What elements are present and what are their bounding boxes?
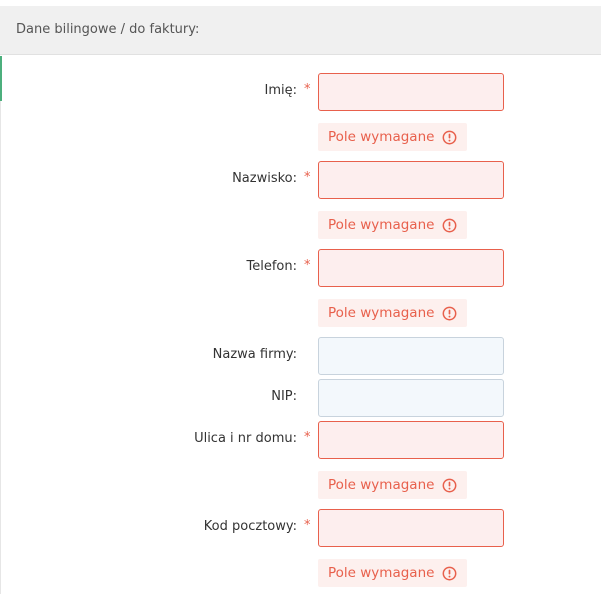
required-marker: *: [304, 518, 311, 533]
exclamation-circle-icon: [443, 478, 457, 492]
field-label: Ulica i nr domu:: [194, 431, 297, 446]
field-label: Nazwisko:: [232, 171, 297, 186]
section-header: Dane bilingowe / do faktury:: [0, 6, 601, 55]
section-title: Dane bilingowe / do faktury:: [16, 22, 200, 37]
postal-code-input[interactable]: [318, 509, 504, 547]
company-name-input[interactable]: [318, 337, 504, 375]
field-label: Kod pocztowy:: [203, 519, 297, 534]
error-message-last-name: Pole wymagane: [318, 211, 468, 239]
field-label: Telefon:: [246, 259, 298, 274]
form-row-last-name: Nazwisko: *: [0, 161, 601, 199]
field-label: Nazwa firmy:: [212, 347, 297, 362]
required-marker: *: [304, 258, 311, 273]
street-input[interactable]: [318, 421, 504, 459]
error-message-phone: Pole wymagane: [318, 299, 468, 327]
form-row-company-name: Nazwa firmy:: [0, 337, 601, 375]
required-marker: *: [304, 430, 311, 445]
error-message-first-name: Pole wymagane: [318, 123, 468, 151]
form-row-phone: Telefon: *: [0, 249, 601, 287]
form-row-first-name: Imię: *: [0, 73, 601, 111]
exclamation-circle-icon: [443, 566, 457, 580]
form-row-postal-code: Kod pocztowy: *: [0, 509, 601, 547]
error-text: Pole wymagane: [328, 305, 435, 321]
form-row-nip: NIP:: [0, 379, 601, 417]
error-text: Pole wymagane: [328, 129, 435, 145]
form-row-street: Ulica i nr domu: *: [0, 421, 601, 459]
error-text: Pole wymagane: [328, 477, 435, 493]
field-label: NIP:: [271, 389, 297, 404]
required-marker: *: [304, 82, 311, 97]
exclamation-circle-icon: [443, 306, 457, 320]
error-message-postal-code: Pole wymagane: [318, 559, 468, 587]
error-text: Pole wymagane: [328, 217, 435, 233]
error-text: Pole wymagane: [328, 565, 435, 581]
exclamation-circle-icon: [443, 218, 457, 232]
last-name-input[interactable]: [318, 161, 504, 199]
first-name-input[interactable]: [318, 73, 504, 111]
billing-form-page: Dane bilingowe / do faktury: Imię: * Pol…: [0, 0, 601, 594]
exclamation-circle-icon: [443, 130, 457, 144]
phone-input[interactable]: [318, 249, 504, 287]
nip-input[interactable]: [318, 379, 504, 417]
error-message-street: Pole wymagane: [318, 471, 468, 499]
field-label: Imię:: [264, 83, 298, 98]
required-marker: *: [304, 170, 311, 185]
